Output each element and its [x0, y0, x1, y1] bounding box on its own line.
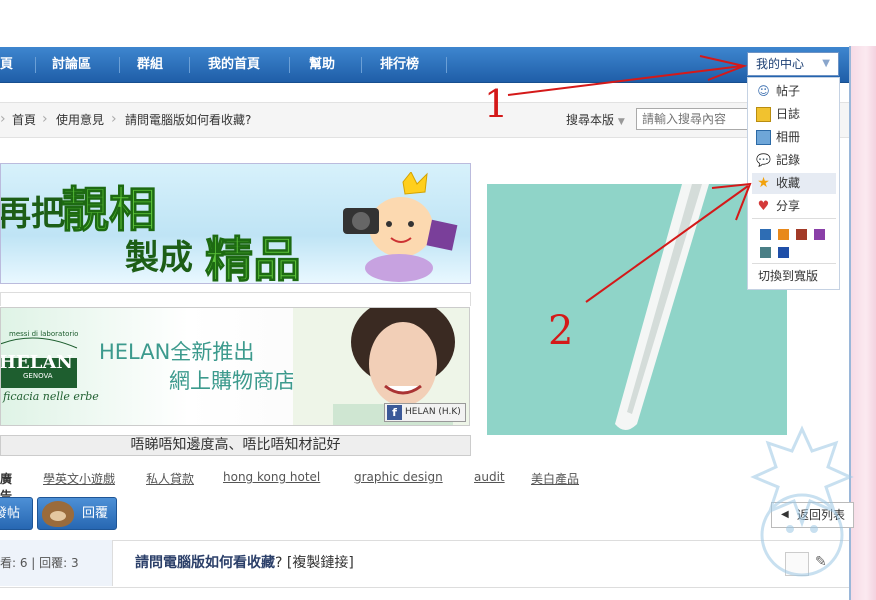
chevron-right-icon: ›	[111, 111, 117, 127]
banner1-text-3: 製成	[125, 238, 193, 278]
ad-link[interactable]: hong kong hotel	[223, 470, 320, 484]
theme-swatch-teal[interactable]	[760, 247, 771, 258]
search-scope-select[interactable]: 搜尋本版 ▼	[566, 111, 625, 128]
main-navbar: 頁 討論區 群組 我的首頁 幫助 排行榜	[0, 47, 849, 83]
ad-link[interactable]: 私人貸款	[146, 470, 194, 487]
content-image	[487, 184, 787, 435]
menu-item-label: 相冊	[776, 130, 801, 144]
helan-logo-main: HELAN	[0, 352, 73, 373]
thread-stats: 看: 6 | 回覆: 3	[0, 540, 113, 586]
facebook-icon: f	[387, 405, 402, 420]
menu-item-label: 記錄	[776, 153, 801, 167]
bear-icon	[42, 501, 74, 527]
nav-separator	[289, 57, 290, 73]
breadcrumb-current: 請問電腦版如何看收藏?	[125, 113, 252, 127]
nav-separator	[35, 57, 36, 73]
switch-wide-layout-link[interactable]: 切換到寬版	[758, 267, 818, 284]
banner-caption[interactable]: 唔睇唔知邊度高、唔比唔知材記好	[0, 435, 471, 456]
menu-item-records[interactable]: 💬 記錄	[752, 150, 836, 171]
thread-header-row	[0, 540, 849, 588]
menu-item-posts[interactable]: ☺ 帖子	[752, 81, 836, 102]
breadcrumb-feedback[interactable]: 使用意見	[56, 103, 104, 137]
chevron-right-icon: ›	[0, 111, 6, 127]
facebook-label: HELAN (H.K)	[405, 407, 461, 417]
nav-groups[interactable]: 群組	[137, 47, 163, 82]
heart-icon: ♥	[757, 199, 770, 214]
annotation-label-2: 2	[548, 308, 574, 354]
ad-link[interactable]: audit	[474, 470, 505, 484]
copy-link[interactable]: ? [複製鏈接]	[275, 555, 354, 571]
nav-forum[interactable]: 討論區	[52, 47, 91, 82]
menu-item-share[interactable]: ♥ 分享	[752, 196, 836, 217]
ad-link[interactable]: 學英文小遊戲	[43, 470, 115, 487]
breadcrumb-home[interactable]: 首頁	[12, 103, 36, 137]
reply-button[interactable]: 回覆	[37, 497, 117, 530]
speech-bubble-icon: 💬	[756, 153, 771, 167]
menu-item-label: 收藏	[776, 176, 801, 190]
ad-link[interactable]: graphic design	[354, 470, 443, 484]
banner2-line1: HELAN全新推出	[99, 340, 255, 364]
theme-swatch-blue[interactable]	[760, 229, 771, 240]
menu-item-label: 分享	[776, 199, 801, 213]
star-icon: ★	[757, 175, 770, 191]
menu-divider	[752, 218, 836, 219]
baby-camera-illustration	[343, 172, 458, 282]
banner1-text-1: 再把	[0, 194, 65, 234]
nav-help[interactable]: 幫助	[309, 47, 335, 82]
nav-separator	[446, 57, 447, 73]
banner-frame-top	[0, 292, 471, 306]
search-scope-label: 搜尋本版	[566, 113, 615, 127]
menu-item-label: 帖子	[776, 84, 801, 98]
helan-logo-top: messi di laboratorio	[9, 330, 79, 338]
my-center-button[interactable]: 我的中心 ▼	[747, 52, 839, 76]
nav-separator	[189, 57, 190, 73]
theme-swatch-brown[interactable]	[796, 229, 807, 240]
theme-swatch-orange[interactable]	[778, 229, 789, 240]
reply-label: 回覆	[82, 506, 109, 521]
menu-item-label: 日誌	[776, 107, 801, 121]
search-people-icon: ☺	[757, 84, 770, 98]
baby-kingdom-watermark	[750, 425, 854, 577]
menu-item-album[interactable]: 相冊	[752, 127, 836, 148]
banner1-text-4: 精品	[204, 232, 302, 284]
theme-swatch-purple[interactable]	[814, 229, 825, 240]
my-center-label: 我的中心	[756, 57, 805, 71]
banner2-headline: HELAN全新推出 網上購物商店	[99, 338, 295, 396]
helan-logo-sub: GENOVA	[23, 372, 53, 380]
nav-separator	[119, 57, 120, 73]
facebook-badge[interactable]: f HELAN (H.K)	[384, 403, 466, 422]
banner2-line2: 網上購物商店	[169, 369, 295, 393]
menu-divider	[752, 263, 836, 264]
banner-photo-print[interactable]: 再把 靚相 製成 精品	[0, 163, 471, 284]
thread-title-text: 請問電腦版如何看收藏	[135, 555, 275, 571]
caret-down-icon: ▼	[617, 117, 625, 127]
white-stick-graphic	[615, 184, 709, 430]
new-post-button[interactable]: 發帖	[0, 497, 33, 530]
thread-title: 請問電腦版如何看收藏? [複製鏈接]	[135, 552, 354, 572]
nav-home[interactable]: 頁	[0, 47, 13, 82]
ad-link[interactable]: 美白產品	[531, 470, 579, 487]
chevron-down-icon: ▼	[822, 58, 830, 69]
journal-icon	[756, 107, 771, 122]
theme-swatch-navy[interactable]	[778, 247, 789, 258]
helan-logo-tag: ficacia nelle erbe	[3, 390, 99, 403]
chevron-right-icon: ›	[42, 111, 48, 127]
search-input[interactable]	[636, 108, 756, 130]
photo-album-icon	[756, 130, 771, 145]
annotation-label-1: 1	[484, 82, 509, 126]
my-center-dropdown: ☺ 帖子 日誌 相冊 💬 記錄 ★ 收藏 ♥ 分享 切換到寬版	[747, 77, 840, 290]
nav-my-homepage[interactable]: 我的首頁	[208, 47, 260, 82]
nav-separator	[361, 57, 362, 73]
menu-item-favorites[interactable]: ★ 收藏	[752, 173, 836, 194]
new-post-label: 發帖	[0, 506, 21, 521]
nav-ranking[interactable]: 排行榜	[380, 47, 419, 82]
menu-item-journal[interactable]: 日誌	[752, 104, 836, 125]
